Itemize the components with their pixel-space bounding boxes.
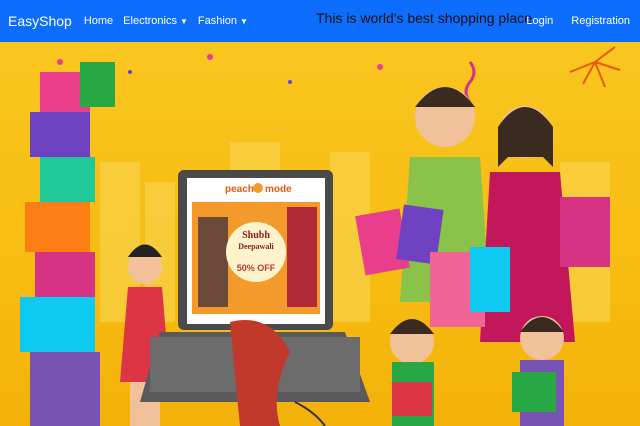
registration-link[interactable]: Registration <box>571 15 630 27</box>
screen-offer: 50% OFF <box>237 263 276 273</box>
nav-fashion-dropdown[interactable]: Fashion ▼ <box>198 15 248 27</box>
nav-home-label: Home <box>83 15 114 27</box>
family-shoppers-illustration <box>355 87 610 426</box>
login-link[interactable]: Login <box>526 15 553 27</box>
caret-down-icon: ▼ <box>240 16 248 26</box>
caret-down-icon: ▼ <box>179 16 188 26</box>
nav-electronics-label: Electronics <box>123 15 177 27</box>
hero-banner-image: peach mode Shubh Deepawali 50% OFF <box>0 42 640 426</box>
nav-electronics-dropdown[interactable]: Electronics ▼ <box>123 15 188 27</box>
screen-logo-right: mode <box>265 184 292 195</box>
tagline: This is world's best shopping place <box>316 10 532 26</box>
navbar: EasyShop Home Electronics ▼ Fashion ▼ This… <box>0 0 640 42</box>
auth-links: Login Registration <box>526 0 630 42</box>
screen-model-right <box>287 207 317 307</box>
screen-banner-line2: Deepawali <box>238 242 274 251</box>
confetti-decoration <box>57 46 621 103</box>
brand-logo[interactable]: EasyShop <box>8 13 72 29</box>
screen-banner-line1: Shubh <box>242 230 270 241</box>
screen-logo-left: peach <box>225 184 254 195</box>
website-screen-preview: peach mode Shubh Deepawali 50% OFF <box>192 183 320 314</box>
hero-illustration: peach mode Shubh Deepawali 50% OFF <box>20 46 621 426</box>
screen-model-left <box>198 217 228 307</box>
nav-fashion-label: Fashion <box>197 15 238 27</box>
nav-home[interactable]: Home <box>84 15 113 27</box>
